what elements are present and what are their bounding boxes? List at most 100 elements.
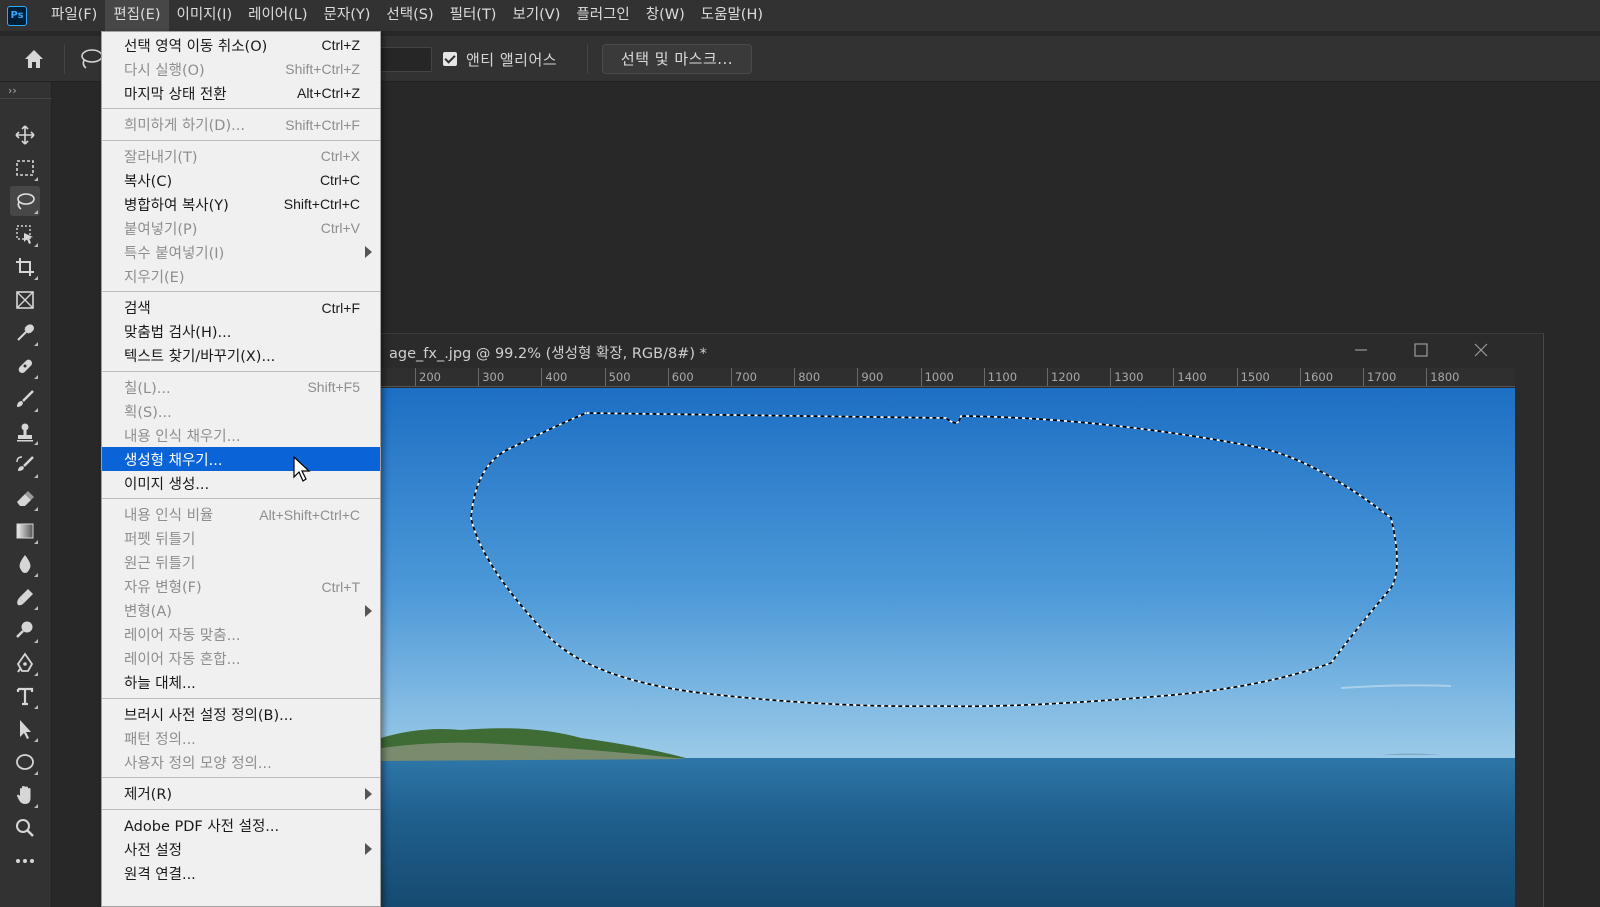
menu-select[interactable]: 선택(S): [378, 0, 441, 31]
ruler-tick: 500: [604, 368, 631, 386]
select-and-mask-button[interactable]: 선택 및 마스크...: [602, 44, 752, 74]
eraser-tool-icon[interactable]: [10, 483, 40, 513]
edit-menu-item[interactable]: 하늘 대체...: [102, 671, 380, 695]
ruler-label: 700: [735, 370, 757, 384]
menu-type[interactable]: 문자(Y): [316, 0, 379, 31]
menu-edit[interactable]: 편집(E): [105, 0, 169, 31]
ruler-label: 1800: [1430, 370, 1460, 384]
marquee-tool-icon[interactable]: [10, 153, 40, 183]
ruler-label: 1600: [1303, 370, 1334, 384]
menu-filter[interactable]: 필터(T): [442, 0, 505, 31]
anti-alias-label: 앤티 앨리어스: [466, 51, 558, 69]
eyedropper-tool-icon[interactable]: [10, 318, 40, 348]
panel-divider: [0, 98, 52, 99]
options-divider: [587, 44, 588, 74]
healing-brush-tool-icon[interactable]: [10, 351, 40, 381]
menu-item-label: 내용 인식 채우기...: [124, 428, 241, 445]
vertical-scrollbar[interactable]: [1515, 368, 1543, 907]
menu-item-label: 검색: [124, 301, 151, 317]
home-icon[interactable]: [22, 47, 46, 71]
history-brush-tool-icon[interactable]: [10, 450, 40, 480]
path-selection-tool-icon[interactable]: [10, 714, 40, 744]
edit-menu-item[interactable]: 원격 연결...: [102, 861, 380, 885]
menu-item-shortcut: Ctrl+X: [320, 148, 360, 164]
edit-menu-item[interactable]: 텍스트 찾기/바꾸기(X)...: [102, 344, 380, 368]
menu-file[interactable]: 파일(F): [43, 0, 105, 31]
object-select-tool-icon[interactable]: [10, 219, 40, 249]
menu-item-label: 사전 설정: [124, 842, 182, 859]
menu-image[interactable]: 이미지(I): [169, 0, 241, 31]
menu-item-label: 희미하게 하기(D)...: [124, 118, 245, 134]
ruler-tick: 1000: [920, 368, 954, 386]
horizontal-ruler[interactable]: 200 300 400 500 600 700 800 900 1000 1100 1200 1300…: [381, 368, 1516, 387]
menu-plugins[interactable]: 플러그인: [568, 0, 637, 31]
ruler-tick: 1300: [1110, 368, 1143, 386]
document-tab[interactable]: age_fx_.jpg @ 99.2% (생성형 확장, RGB/8#) *: [381, 334, 1543, 368]
maximize-icon[interactable]: [1411, 340, 1431, 360]
menu-item-label: 하늘 대체...: [124, 676, 196, 692]
menu-view[interactable]: 보기(V): [504, 0, 568, 31]
ruler-tick: 1400: [1173, 368, 1207, 386]
edit-menu-item[interactable]: Adobe PDF 사전 설정...: [102, 813, 380, 837]
edit-menu-item[interactable]: 생성형 채우기...: [102, 447, 380, 471]
edit-menu-item: 칠(L)... Shift+F5: [102, 375, 380, 399]
crop-tool-icon[interactable]: [10, 252, 40, 282]
mouse-cursor-icon: [292, 455, 312, 483]
edit-menu-item: 변형(A): [102, 599, 380, 623]
menu-item-label: 붙여넣기(P): [124, 221, 198, 238]
menu-item-label: 내용 인식 비율: [124, 508, 214, 524]
edit-menu-dropdown: 선택 영역 이동 취소(O) Ctrl+Z 다시 실행(O) Shift+Ctrl+Z…: [101, 31, 381, 907]
move-tool-icon[interactable]: [10, 120, 40, 150]
edit-menu-item[interactable]: 사전 설정: [102, 837, 380, 861]
close-icon[interactable]: [1471, 340, 1491, 360]
menu-item-label: 마지막 상태 전환: [124, 86, 227, 103]
edit-menu-item[interactable]: 복사(C) Ctrl+C: [102, 168, 380, 192]
edit-menu-item[interactable]: 이미지 생성...: [102, 471, 380, 495]
burn-tool-icon[interactable]: [10, 582, 40, 612]
more-tools-icon[interactable]: [10, 846, 40, 876]
edit-menu-item[interactable]: 제거(R): [102, 782, 380, 806]
ruler-label: 200: [419, 370, 441, 384]
dodge-tool-icon[interactable]: [10, 615, 40, 645]
blur-tool-icon[interactable]: [10, 549, 40, 579]
frame-tool-icon[interactable]: [10, 285, 40, 315]
edit-menu-item[interactable]: 병합하여 복사(Y) Shift+Ctrl+C: [102, 192, 380, 216]
brush-tool-icon[interactable]: [10, 384, 40, 414]
ruler-tick: 1200: [1047, 368, 1080, 386]
ruler-label: 1100: [987, 370, 1018, 384]
submenu-arrow-icon: [365, 843, 372, 855]
ruler-label: 500: [608, 370, 631, 384]
lasso-tool-icon[interactable]: [10, 186, 40, 216]
hand-tool-icon[interactable]: [10, 780, 40, 810]
collapse-panel-icon[interactable]: ››: [8, 84, 17, 97]
ruler-tick: 700: [731, 368, 757, 386]
menu-item-label: 브러시 사전 설정 정의(B)...: [124, 707, 293, 724]
image-canvas[interactable]: [381, 388, 1516, 907]
minimize-icon[interactable]: [1351, 340, 1371, 360]
menu-window[interactable]: 창(W): [638, 0, 693, 31]
pen-tool-icon[interactable]: [10, 648, 40, 678]
edit-menu-item[interactable]: 브러시 사전 설정 정의(B)...: [102, 702, 380, 726]
edit-menu-item[interactable]: 맞춤법 검사(H)...: [102, 320, 380, 344]
ruler-tick: 800: [794, 368, 820, 386]
ruler-tick: 400: [541, 368, 567, 386]
edit-menu-item: 내용 인식 비율 Alt+Shift+Ctrl+C: [102, 503, 380, 527]
ruler-label: 400: [545, 370, 568, 384]
clone-stamp-tool-icon[interactable]: [10, 417, 40, 447]
type-tool-icon[interactable]: [10, 681, 40, 711]
ellipse-tool-icon[interactable]: [10, 747, 40, 777]
ruler-label: 1200: [1051, 370, 1081, 384]
ruler-label: 900: [861, 370, 884, 384]
menu-layer[interactable]: 레이어(L): [240, 0, 315, 31]
menu-item-shortcut: Shift+Ctrl+C: [283, 196, 360, 212]
document-title: age_fx_.jpg @ 99.2% (생성형 확장, RGB/8#) *: [389, 346, 707, 362]
anti-alias-checkbox[interactable]: [443, 52, 457, 66]
menu-help[interactable]: 도움말(H): [693, 0, 771, 31]
ruler-label: 1300: [1114, 370, 1144, 384]
menu-item-label: 레이어 자동 혼합...: [124, 652, 241, 668]
zoom-tool-icon[interactable]: [10, 813, 40, 843]
edit-menu-item[interactable]: 선택 영역 이동 취소(O) Ctrl+Z: [102, 33, 380, 57]
edit-menu-item[interactable]: 검색 Ctrl+F: [102, 296, 380, 320]
edit-menu-item[interactable]: 마지막 상태 전환 Alt+Ctrl+Z: [102, 81, 380, 105]
gradient-tool-icon[interactable]: [10, 516, 40, 546]
